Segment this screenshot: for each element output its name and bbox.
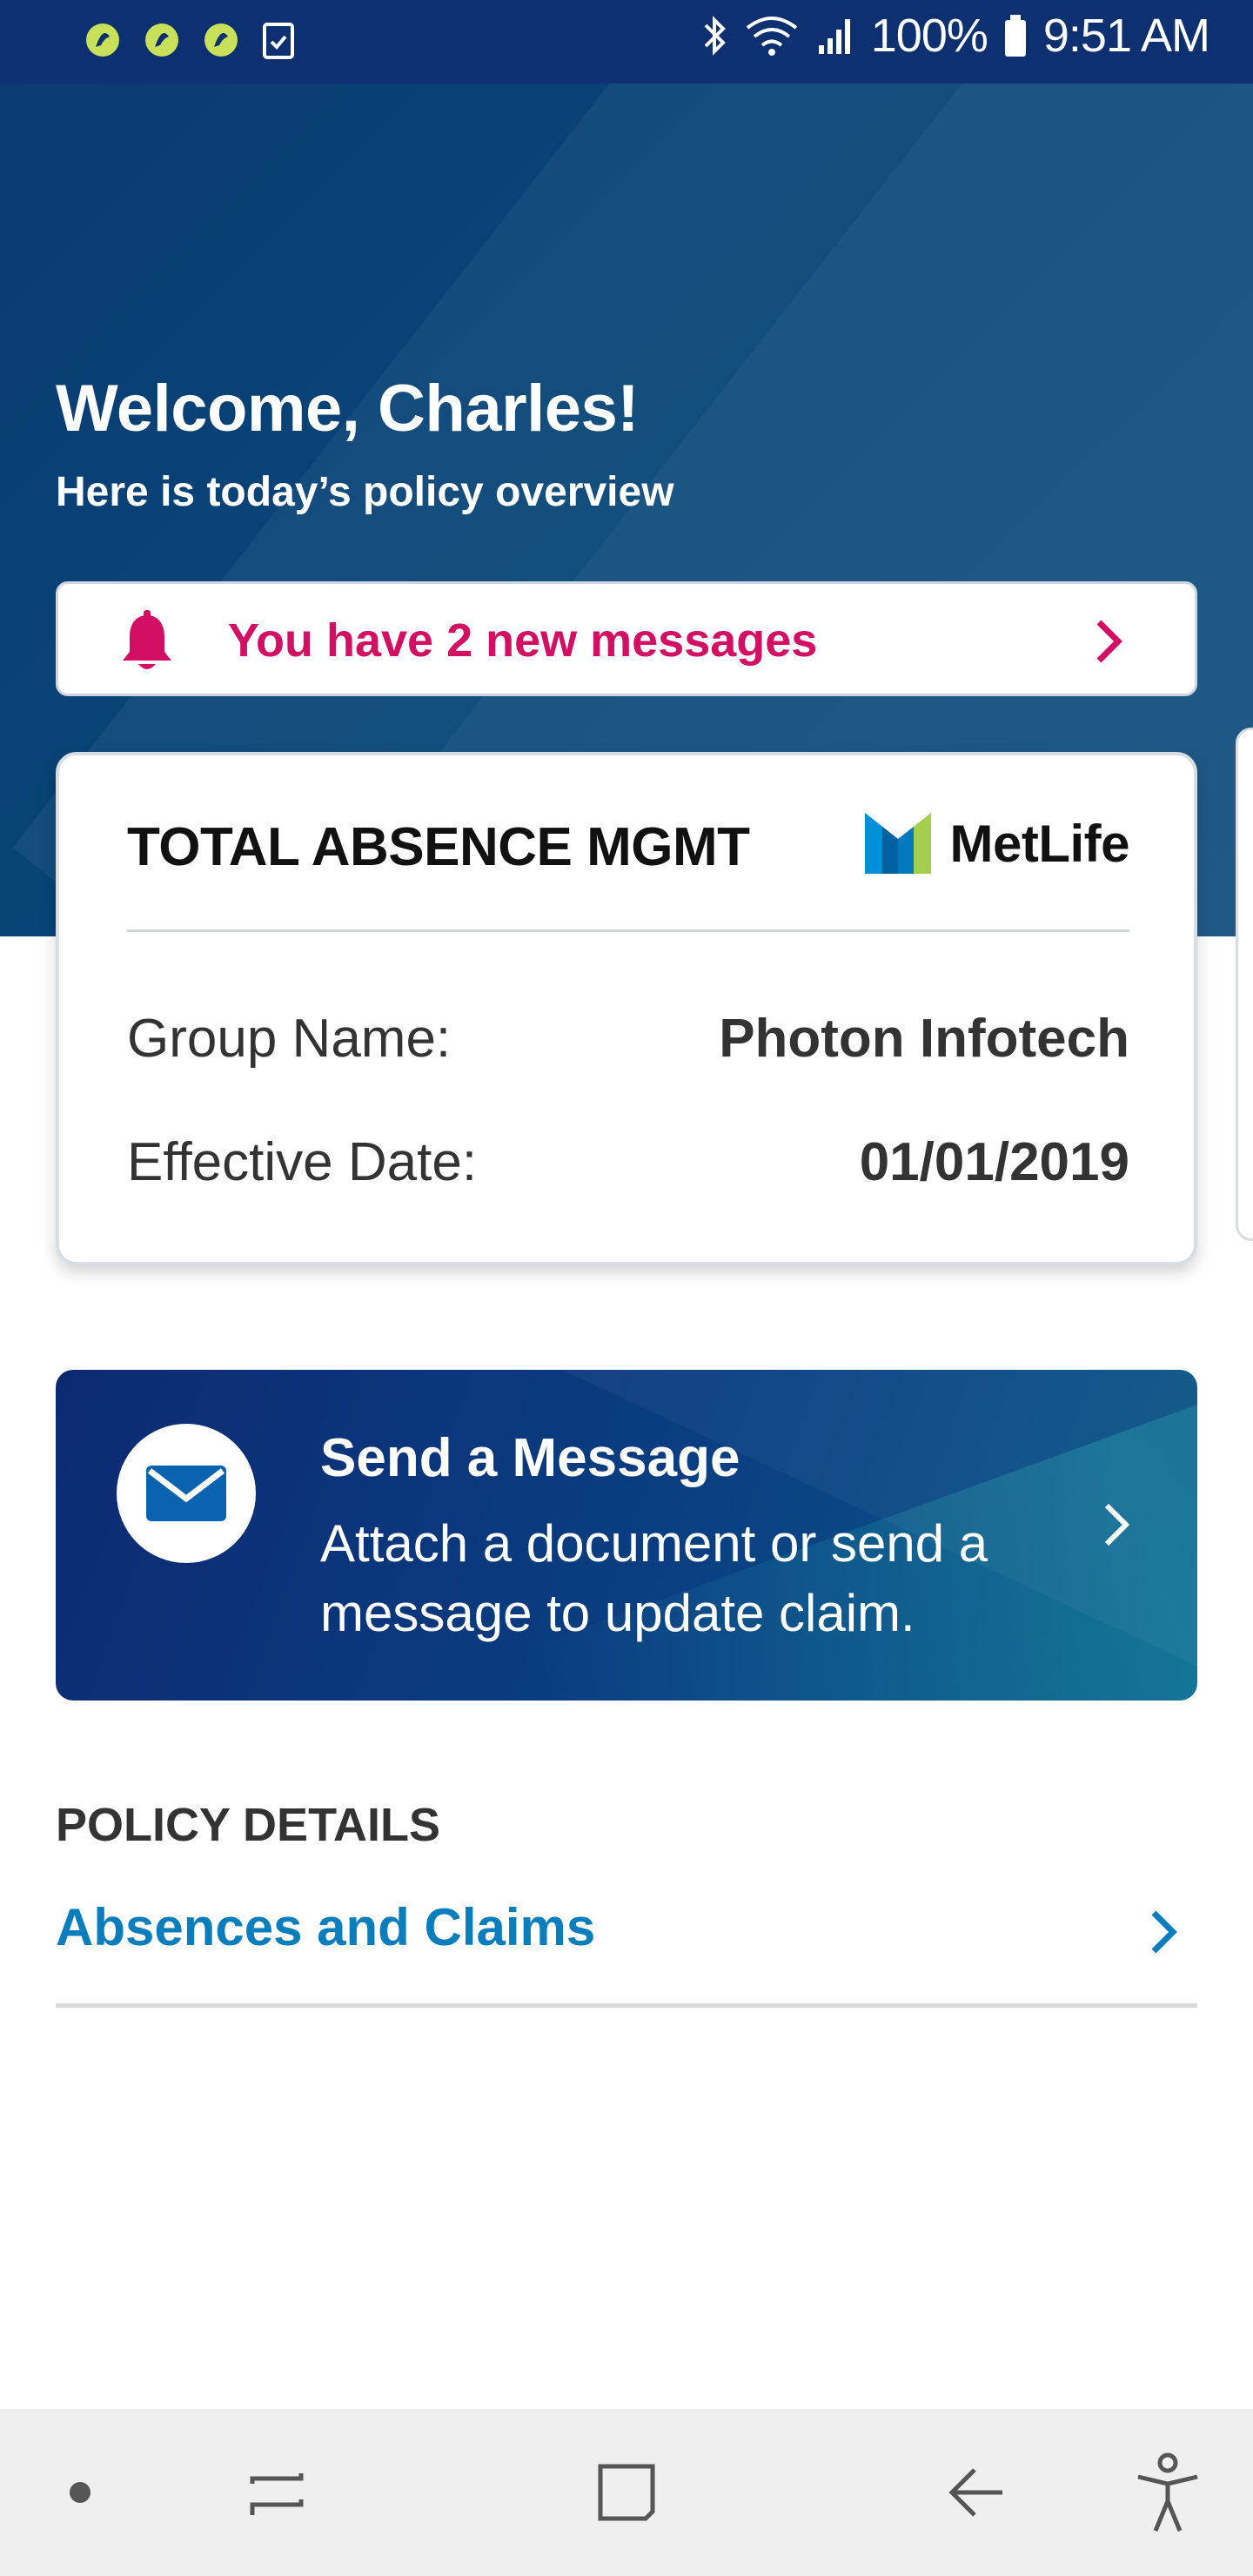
back-icon [948, 2468, 1002, 2517]
wifi-icon [746, 17, 797, 56]
overview-subtitle: Here is today’s policy overview [56, 469, 674, 515]
app-notification-icon [145, 23, 178, 57]
absences-and-claims-link[interactable]: Absences and Claims [56, 1897, 595, 1957]
home-button[interactable] [566, 2409, 687, 2576]
policy-card[interactable]: TOTAL ABSENCE MGMT MetLife Group Name: P… [56, 752, 1197, 1265]
send-message-title: Send a Message [320, 1428, 740, 1488]
notification-icons [84, 19, 296, 61]
dot-icon [70, 2482, 90, 2503]
recent-apps-icon [250, 2473, 304, 2515]
battery-icon [1004, 15, 1026, 57]
policy-title: TOTAL ABSENCE MGMT [127, 817, 750, 877]
battery-percent: 100% [870, 10, 988, 62]
next-policy-card-peek[interactable] [1236, 728, 1253, 1241]
chevron-right-icon[interactable] [1149, 1908, 1180, 1956]
envelope-badge [117, 1424, 256, 1563]
app-notification-icon [204, 23, 238, 57]
accessibility-icon [1137, 2452, 1198, 2532]
chevron-right-icon [1104, 1503, 1130, 1546]
app-notification-icon [86, 23, 119, 57]
system-navigation-bar [0, 2409, 1253, 2576]
metlife-logo: MetLife [864, 813, 1130, 874]
new-messages-banner[interactable]: You have 2 new messages [56, 581, 1197, 696]
recent-apps-button[interactable] [216, 2409, 338, 2576]
clipboard-check-icon [263, 23, 294, 59]
home-icon [598, 2464, 655, 2521]
nav-dot-button[interactable] [35, 2409, 125, 2576]
brand-name: MetLife [949, 814, 1130, 873]
new-messages-text: You have 2 new messages [228, 614, 818, 667]
effective-date-value: 01/01/2019 [859, 1132, 1129, 1192]
send-message-description: Attach a document or send a message to u… [320, 1514, 988, 1642]
policy-details-heading: POLICY DETAILS [56, 1799, 441, 1851]
envelope-icon [146, 1466, 226, 1521]
effective-date-label: Effective Date: [127, 1132, 478, 1192]
back-button[interactable] [915, 2409, 1037, 2576]
status-indicators: 100% 9:51 AM [702, 9, 1210, 63]
list-divider [56, 2003, 1197, 2008]
bell-icon [123, 610, 171, 669]
welcome-heading: Welcome, Charles! [56, 372, 640, 446]
signal-icon [818, 19, 850, 54]
metlife-mark-icon [864, 813, 931, 874]
chevron-right-icon [1096, 620, 1122, 663]
bluetooth-icon [704, 16, 726, 56]
group-name-value: Photon Infotech [719, 1009, 1129, 1069]
status-bar: 100% 9:51 AM [0, 0, 1253, 84]
send-message-card[interactable]: Send a Message Attach a document or send… [56, 1370, 1197, 1701]
clock: 9:51 AM [1042, 10, 1210, 62]
accessibility-button[interactable] [1107, 2409, 1229, 2576]
card-divider [127, 929, 1129, 932]
group-name-label: Group Name: [127, 1009, 452, 1069]
